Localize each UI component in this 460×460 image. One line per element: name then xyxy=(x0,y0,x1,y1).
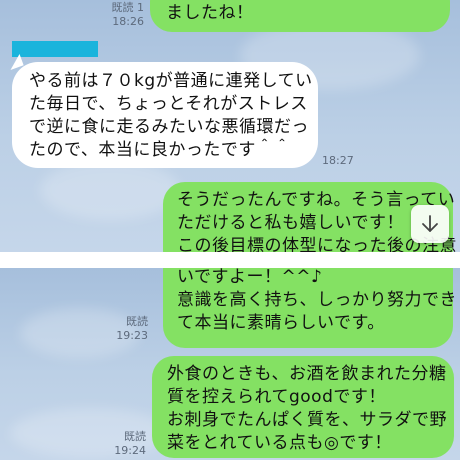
message-meta: 既読 19:24 xyxy=(106,430,146,458)
message-text: て本当に素晴らしいです。 xyxy=(177,313,385,333)
message-meta: 既読 19:23 xyxy=(108,315,148,343)
timestamp: 19:24 xyxy=(114,444,146,457)
message-text: で逆に食に走るみたいな悪循環だっ xyxy=(29,117,309,137)
background-cloud xyxy=(40,160,180,220)
sent-message-bubble[interactable]: そうだったんですね。そう言ってい ただけると私も嬉しいです！ この後目標の体型に… xyxy=(163,182,457,252)
screenshot-divider xyxy=(0,252,460,268)
read-receipt: 既読 xyxy=(124,430,146,443)
read-receipt: 既読 xyxy=(126,315,148,328)
message-text: た毎日で、ちょっとそれがストレス xyxy=(29,94,308,114)
sent-message-bubble[interactable]: いですよー！^^♪ 意識を高く持ち、しっかり努力でき て本当に素晴らしいです。 xyxy=(163,268,457,348)
sent-message-bubble[interactable]: 外食のときも、お酒を飲まれた分糖 質を控えられてgoodです！ お刺身でたんぱく… xyxy=(152,356,454,458)
message-text: 意識を高く持ち、しっかり努力でき xyxy=(177,290,457,310)
timestamp: 18:27 xyxy=(322,154,354,167)
message-text: いですよー！^^♪ xyxy=(177,268,323,287)
chat-panel-bottom: いですよー！^^♪ 意識を高く持ち、しっかり努力でき て本当に素晴らしいです。 … xyxy=(0,268,460,460)
chat-panel-top: 既読 1 18:26 ましたね！ やる前は７０kgが普通に連発してい た毎日で、… xyxy=(0,0,460,252)
timestamp: 18:26 xyxy=(112,15,144,28)
message-text: たので、本当に良かったです＾＾ xyxy=(29,140,291,160)
background-cloud xyxy=(10,408,170,458)
message-text: やる前は７０kgが普通に連発してい xyxy=(29,71,313,91)
message-text: 質を控えられてgoodです！ xyxy=(167,387,386,407)
message-text: 菜をとれている点も◎です！ xyxy=(167,433,392,453)
message-text: 外食のときも、お酒を飲まれた分糖 xyxy=(167,364,447,384)
arrow-down-icon xyxy=(422,215,438,232)
read-receipt: 既読 1 xyxy=(111,1,145,14)
sent-message-bubble[interactable]: ましたね！ xyxy=(150,0,450,32)
message-meta: 既読 1 18:26 xyxy=(100,1,145,29)
message-text: お刺身でたんぱく質を、サラダで野 xyxy=(167,410,447,430)
timestamp: 19:23 xyxy=(116,329,148,342)
message-text: ましたね！ xyxy=(166,3,254,23)
sender-name-redacted xyxy=(12,41,98,57)
received-message-bubble[interactable]: やる前は７０kgが普通に連発してい た毎日で、ちょっとそれがストレス で逆に食に… xyxy=(12,62,318,168)
scroll-to-bottom-button[interactable] xyxy=(411,205,449,243)
